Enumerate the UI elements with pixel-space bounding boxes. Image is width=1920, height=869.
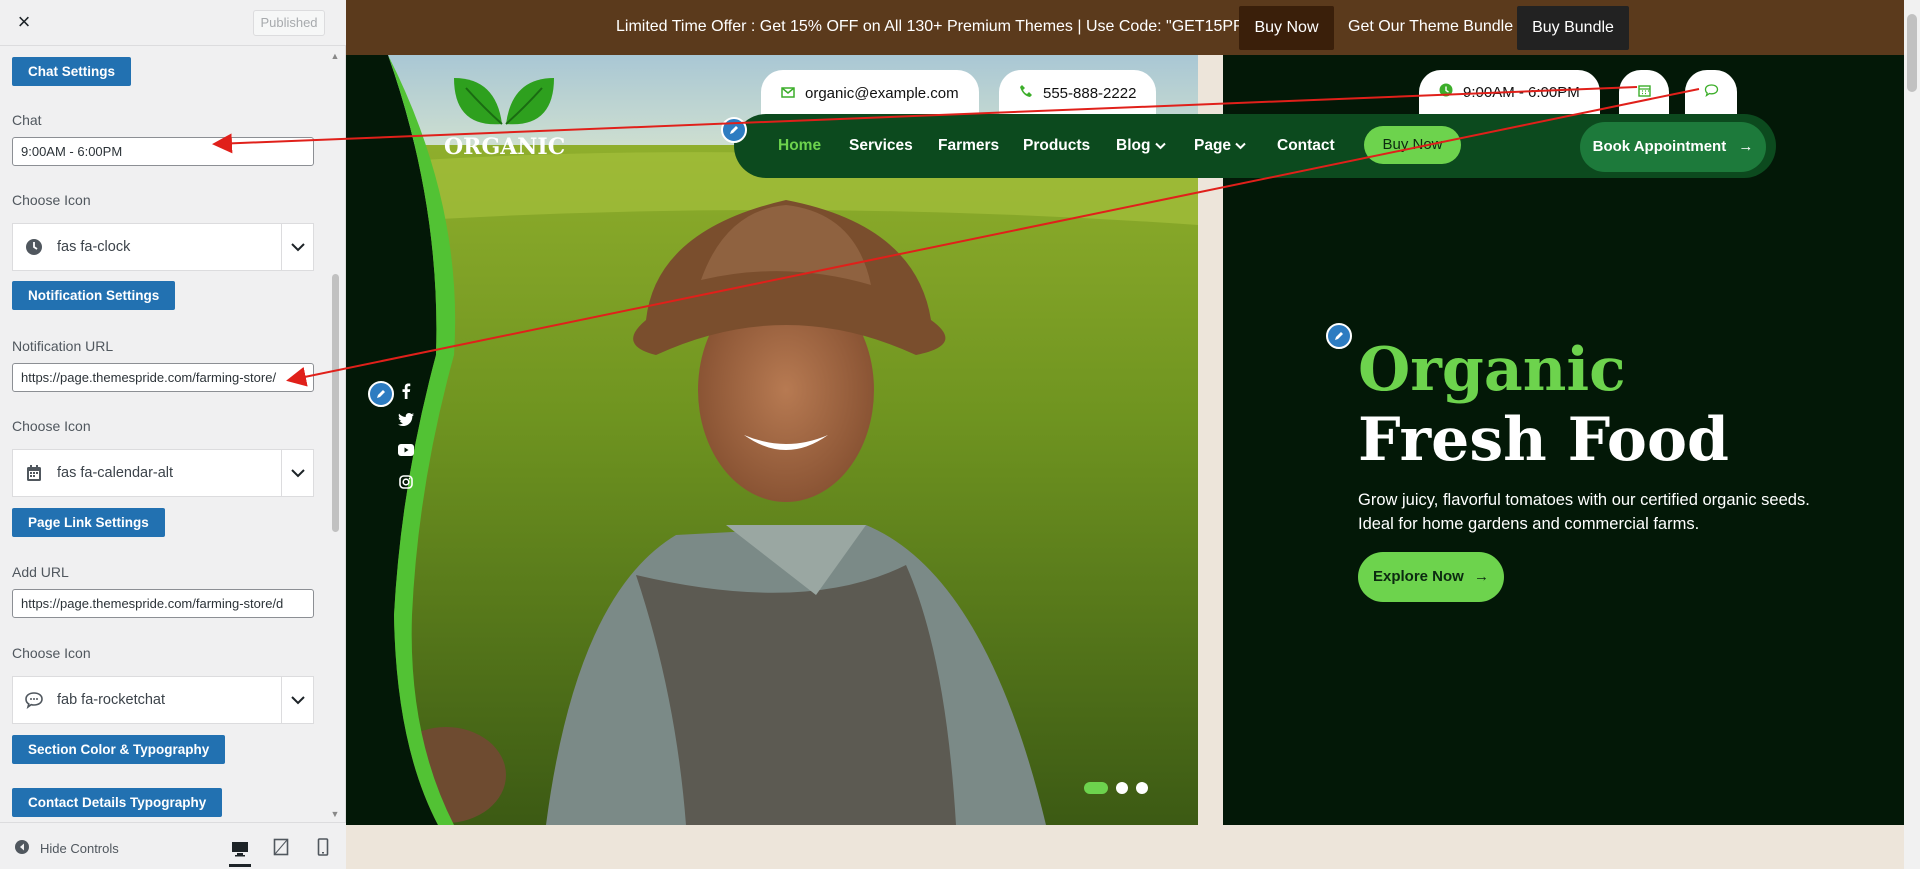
preview-scrollbar[interactable] [1904,0,1920,869]
notification-settings-button[interactable]: Notification Settings [12,281,176,310]
mobile-icon[interactable] [312,837,334,857]
nav-blog-label: Blog [1116,137,1151,154]
envelope-icon [781,85,795,102]
notification-url-label: Notification URL [12,338,114,354]
customizer-panel: × Published Chat Settings Chat 9:00AM - … [0,0,346,869]
nav-home[interactable]: Home [778,114,821,178]
nav-buy-now-button[interactable]: Buy Now [1364,126,1461,164]
facebook-icon[interactable] [398,383,414,399]
chat-icon-select[interactable]: fas fa-clock [12,223,314,271]
clock-icon [1439,83,1453,101]
section-color-typography-button[interactable]: Section Color & Typography [12,735,226,764]
calendar-icon [23,464,45,482]
arrow-right-icon: → [1738,138,1754,155]
edit-shortcut-icon[interactable] [368,381,394,407]
contact-details-typography-button[interactable]: Contact Details Typography [12,788,223,817]
publish-button[interactable]: Published [253,10,325,36]
hero-title-line2: Fresh Food [1358,405,1729,475]
phone-icon [1019,84,1033,102]
slider-dot[interactable] [1136,782,1148,794]
promo-bar: Limited Time Offer : Get 15% OFF on All … [346,0,1904,55]
arrow-right-icon: → [1474,568,1490,585]
edit-shortcut-icon[interactable] [721,117,747,143]
bundle-text: Get Our Theme Bundle [1348,18,1514,35]
twitter-icon[interactable] [398,413,414,426]
choose-icon-label: Choose Icon [12,645,91,661]
clock-icon [23,238,45,256]
nav-page-label: Page [1194,137,1232,154]
promo-buy-now-button[interactable]: Buy Now [1239,6,1334,50]
page-link-icon-select[interactable]: fab fa-rocketchat [12,676,314,724]
chevron-down-icon[interactable] [281,450,313,496]
chat-input[interactable]: 9:00AM - 6:00PM [12,137,314,166]
rocketchat-icon [23,691,45,709]
add-url-label: Add URL [12,564,69,580]
nav-products[interactable]: Products [1023,114,1090,178]
instagram-icon[interactable] [398,475,414,489]
nav-contact[interactable]: Contact [1277,114,1335,178]
chat-icon-value: fas fa-clock [57,239,131,255]
edit-shortcut-icon[interactable] [1326,323,1352,349]
page-link-settings-button[interactable]: Page Link Settings [12,508,165,537]
hide-controls-label: Hide Controls [40,841,119,856]
phone-pill[interactable]: 555-888-2222 [999,70,1157,116]
slider-dots [1084,782,1148,794]
nav-services[interactable]: Services [849,114,913,178]
email-pill[interactable]: organic@example.com [761,70,979,116]
panel-scrollbar-thumb[interactable] [332,274,339,532]
slider-dot-active[interactable] [1084,782,1108,794]
chat-label: Chat [12,112,42,128]
panel-controls: Chat Settings Chat 9:00AM - 6:00PM Choos… [0,46,346,822]
nav-page[interactable]: Page [1194,114,1247,178]
page-link-icon-value: fab fa-rocketchat [57,692,165,708]
chat-pill[interactable] [1685,70,1737,114]
add-url-input[interactable]: https://page.themespride.com/farming-sto… [12,589,314,618]
panel-footer: Hide Controls [0,822,346,869]
choose-icon-label: Choose Icon [12,192,91,208]
book-appointment-button[interactable]: Book Appointment → [1580,122,1766,172]
chevron-down-icon [1235,142,1247,150]
logo[interactable]: ORGANIC [444,68,566,163]
chevron-down-icon[interactable] [281,677,313,723]
chevron-down-icon[interactable] [281,224,313,270]
choose-icon-label: Choose Icon [12,418,91,434]
scroll-up-icon[interactable]: ▲ [329,50,341,62]
promo-text: Limited Time Offer : Get 15% OFF on All … [616,18,1263,35]
panel-header: × Published [0,0,346,46]
explore-now-label: Explore Now [1372,568,1464,585]
buy-bundle-button[interactable]: Buy Bundle [1517,6,1629,50]
explore-now-button[interactable]: Explore Now → [1358,552,1504,602]
notification-icon-value: fas fa-calendar-alt [57,465,174,481]
phone-text: 555-888-2222 [1043,84,1137,102]
chat-icon [1704,83,1719,101]
nav-farmers[interactable]: Farmers [938,114,999,178]
nav-blog[interactable]: Blog [1116,114,1166,178]
preview-scrollbar-thumb[interactable] [1907,14,1917,92]
hide-controls-button[interactable]: Hide Controls [14,839,119,858]
hours-text: 9:00AM - 6:00PM [1463,83,1580,101]
notification-url-input[interactable]: https://page.themespride.com/farming-sto… [12,363,314,392]
email-text: organic@example.com [805,84,959,102]
hero-title-line1: Organic [1358,335,1626,405]
chevron-down-icon [1155,142,1166,150]
chat-settings-button[interactable]: Chat Settings [12,57,132,86]
calendar-pill[interactable] [1619,70,1669,114]
slider-dot[interactable] [1116,782,1128,794]
close-icon[interactable]: × [12,10,36,34]
book-appointment-label: Book Appointment [1592,138,1727,155]
notification-icon-select[interactable]: fas fa-calendar-alt [12,449,314,497]
logo-text: ORGANIC [444,134,566,160]
hours-pill[interactable]: 9:00AM - 6:00PM [1419,70,1600,114]
scroll-down-icon[interactable]: ▼ [329,808,341,820]
desktop-icon[interactable] [229,833,251,867]
site-preview: Limited Time Offer : Get 15% OFF on All … [346,0,1920,869]
calendar-icon [1637,84,1651,101]
leaf-logo-icon [454,78,554,125]
youtube-icon[interactable] [398,444,414,456]
hero-description: Grow juicy, flavorful tomatoes with our … [1358,491,1810,533]
collapse-icon [14,839,30,858]
tablet-icon[interactable] [270,837,292,857]
